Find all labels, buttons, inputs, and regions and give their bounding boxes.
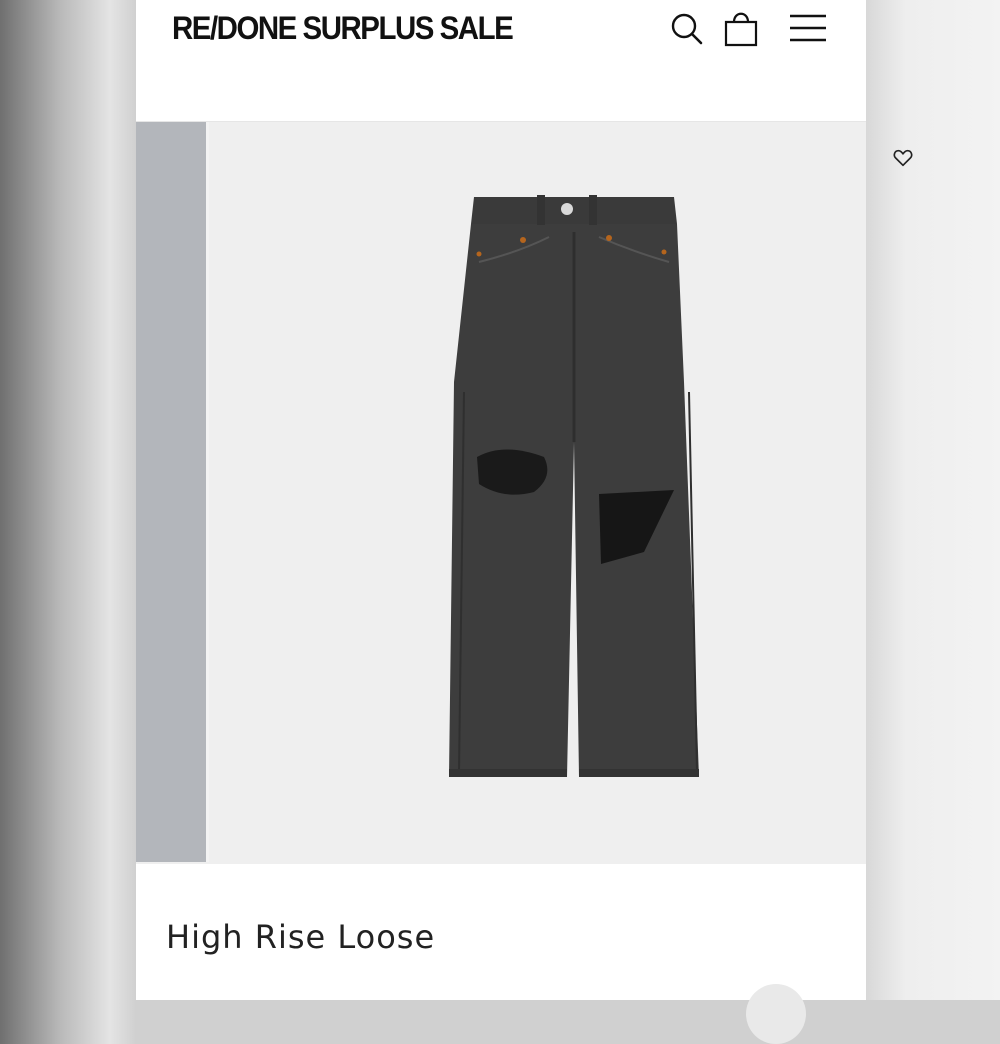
shopping-bag-icon[interactable] [721, 8, 761, 48]
floating-button-partial[interactable] [746, 984, 806, 1044]
brand-logo[interactable]: RE/DONE SURPLUS SALE [172, 10, 514, 47]
product-title: High Rise Loose [166, 918, 436, 956]
product-gallery [136, 122, 913, 864]
previous-image-thumbnail[interactable] [136, 122, 209, 862]
background-right-blur [866, 0, 1000, 1000]
product-page: RE/DONE SURPLUS SALE High Rise Loose [136, 0, 913, 1044]
site-header: RE/DONE SURPLUS SALE [136, 0, 866, 122]
product-image[interactable] [209, 122, 913, 864]
jeans-image [449, 195, 699, 777]
hamburger-menu-icon[interactable] [788, 8, 828, 48]
search-icon[interactable] [666, 8, 706, 48]
heart-icon[interactable] [892, 147, 914, 169]
